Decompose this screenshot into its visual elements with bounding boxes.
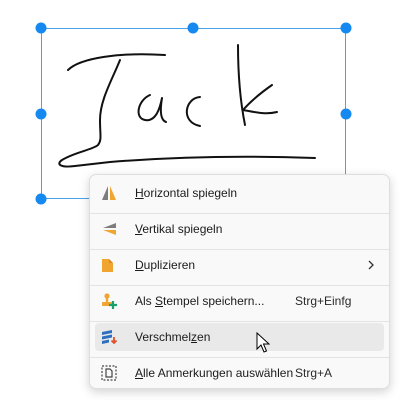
duplicate-icon [102,259,113,272]
merge-layers-icon [102,330,118,345]
menu-item-select-all-annotations[interactable]: Alle Anmerkungen auswählen Strg+A [95,359,384,387]
menu-separator [90,213,389,214]
resize-handle-bottom-left[interactable] [35,193,47,205]
menu-item-merge[interactable]: Verschmelzen [95,323,384,351]
resize-handle-top-left[interactable] [35,22,47,34]
menu-item-label: Horizontal spiegeln [135,186,238,200]
save-stamp-icon [102,293,117,309]
resize-handle-top-right[interactable] [340,22,352,34]
flip-horizontal-icon [102,186,116,200]
menu-item-shortcut: Strg+Einfg [295,294,352,308]
menu-item-duplicate[interactable]: Duplizieren [95,251,384,279]
menu-item-flip-horizontal[interactable]: Horizontal spiegeln [95,179,384,207]
flip-vertical-icon [103,223,116,235]
menu-item-label: Alle Anmerkungen auswählen [135,366,294,380]
menu-separator [90,357,389,358]
menu-item-shortcut: Strg+A [295,366,333,380]
menu-item-label: Als Stempel speichern... [135,294,265,308]
menu-item-flip-vertical[interactable]: Vertikal spiegeln [95,215,384,243]
context-menu: Horizontal spiegeln Vertikal spiegeln Du… [89,174,390,389]
menu-separator [90,285,389,286]
menu-item-label: Verschmelzen [135,330,211,344]
resize-handle-left[interactable] [35,108,47,120]
mouse-pointer-icon [256,332,270,353]
chevron-right-icon [368,260,374,270]
menu-separator [90,321,389,322]
select-all-icon [101,365,117,381]
menu-item-label: Vertikal spiegeln [135,222,223,236]
resize-handle-top[interactable] [187,22,199,34]
resize-handle-right[interactable] [340,108,352,120]
menu-separator [90,249,389,250]
menu-item-label: Duplizieren [135,258,196,272]
menu-item-save-as-stamp[interactable]: Als Stempel speichern... Strg+Einfg [95,287,384,315]
